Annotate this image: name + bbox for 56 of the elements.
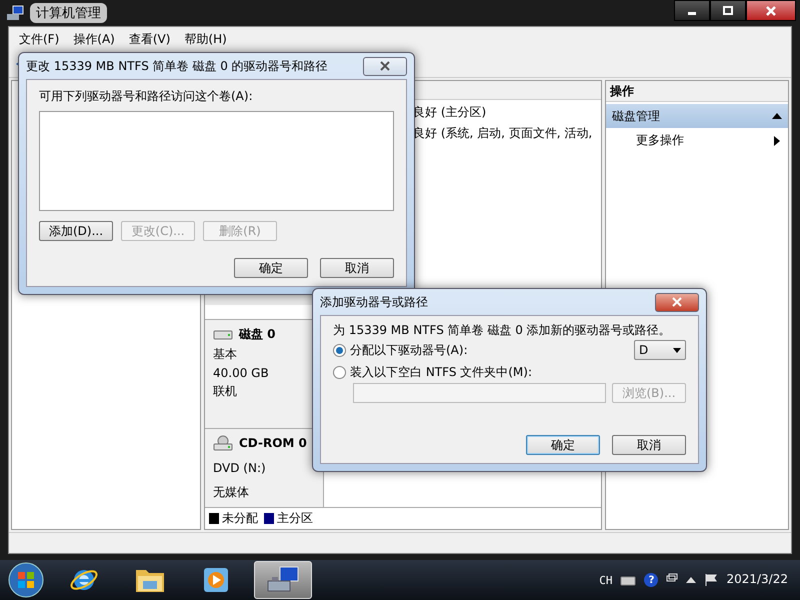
computer-management-icon xyxy=(6,5,24,21)
window-title: 计算机管理 xyxy=(30,3,107,23)
close-button[interactable] xyxy=(746,0,796,21)
action-button[interactable]: 添加(D)... xyxy=(39,221,113,241)
option-label[interactable]: 分配以下驱动器号(A): xyxy=(350,342,468,358)
volume-status: 良好 (主分区) xyxy=(413,104,488,121)
disk-info: 基本 xyxy=(213,346,238,363)
path-list[interactable] xyxy=(39,111,394,211)
dialog-title: 更改 15339 MB NTFS 简单卷 磁盘 0 的驱动器号和路径 xyxy=(26,58,328,74)
menu-item[interactable]: 帮助(H) xyxy=(178,30,233,48)
dialog-description: 为 15339 MB NTFS 简单卷 磁盘 0 添加新的驱动器号或路径。 xyxy=(333,322,672,339)
actions-header: 操作 xyxy=(606,81,788,102)
collapse-arrow-icon xyxy=(772,113,782,119)
maximize-icon xyxy=(723,6,733,15)
language-indicator[interactable]: CH xyxy=(599,574,612,586)
menu-item[interactable]: 操作(A) xyxy=(67,30,121,48)
tray-date[interactable]: 2021/3/22 xyxy=(726,572,788,588)
close-icon xyxy=(672,297,682,307)
keyboard-icon[interactable] xyxy=(620,574,636,586)
radio-button[interactable] xyxy=(333,366,346,378)
optical-drive-icon xyxy=(213,435,233,451)
cancel-button[interactable]: 取消 xyxy=(612,435,686,455)
close-icon xyxy=(766,6,776,16)
legend-label: 未分配 xyxy=(222,510,258,527)
actions-section[interactable]: 磁盘管理 xyxy=(606,104,788,128)
minimize-button[interactable] xyxy=(674,0,710,21)
folder-path-field[interactable] xyxy=(353,383,606,403)
action-item[interactable]: 更多操作 xyxy=(606,128,788,149)
show-hidden-icons-arrow-icon[interactable] xyxy=(686,577,696,583)
dialog-title: 添加驱动器号或路径 xyxy=(320,294,428,310)
volume-status: 良好 (系统, 启动, 页面文件, 活动, xyxy=(413,125,594,142)
disk-info: 联机 xyxy=(213,383,238,400)
start-button[interactable] xyxy=(6,561,46,599)
menu-item[interactable]: 文件(F) xyxy=(13,30,66,48)
close-icon xyxy=(380,61,390,71)
disk-name: 磁盘 0 xyxy=(239,326,276,343)
help-icon[interactable]: ? xyxy=(644,573,658,587)
disk-name: CD-ROM 0 xyxy=(239,436,307,450)
legend-label: 主分区 xyxy=(277,510,313,527)
list-label: 可用下列驱动器号和路径访问这个卷(A): xyxy=(39,88,254,105)
close-button[interactable] xyxy=(363,56,407,76)
maximize-button[interactable] xyxy=(710,0,746,21)
radio-button[interactable] xyxy=(333,344,346,356)
option-label[interactable]: 装入以下空白 NTFS 文件夹中(M): xyxy=(350,364,532,380)
cancel-button[interactable]: 取消 xyxy=(320,258,394,278)
ok-button[interactable]: 确定 xyxy=(526,435,600,455)
ok-button[interactable]: 确定 xyxy=(234,258,308,278)
drive-letter-dropdown[interactable]: D xyxy=(634,340,686,360)
dropdown-arrow-icon xyxy=(673,348,681,352)
disk-info: DVD (N:) xyxy=(213,460,267,474)
disk-info: 无媒体 xyxy=(213,484,250,501)
media-player-icon xyxy=(202,566,230,594)
menu-item[interactable]: 查看(V) xyxy=(122,30,176,48)
disk-info: 40.00 GB xyxy=(213,366,270,380)
submenu-arrow-icon xyxy=(774,136,780,146)
flag-icon[interactable] xyxy=(704,573,718,587)
